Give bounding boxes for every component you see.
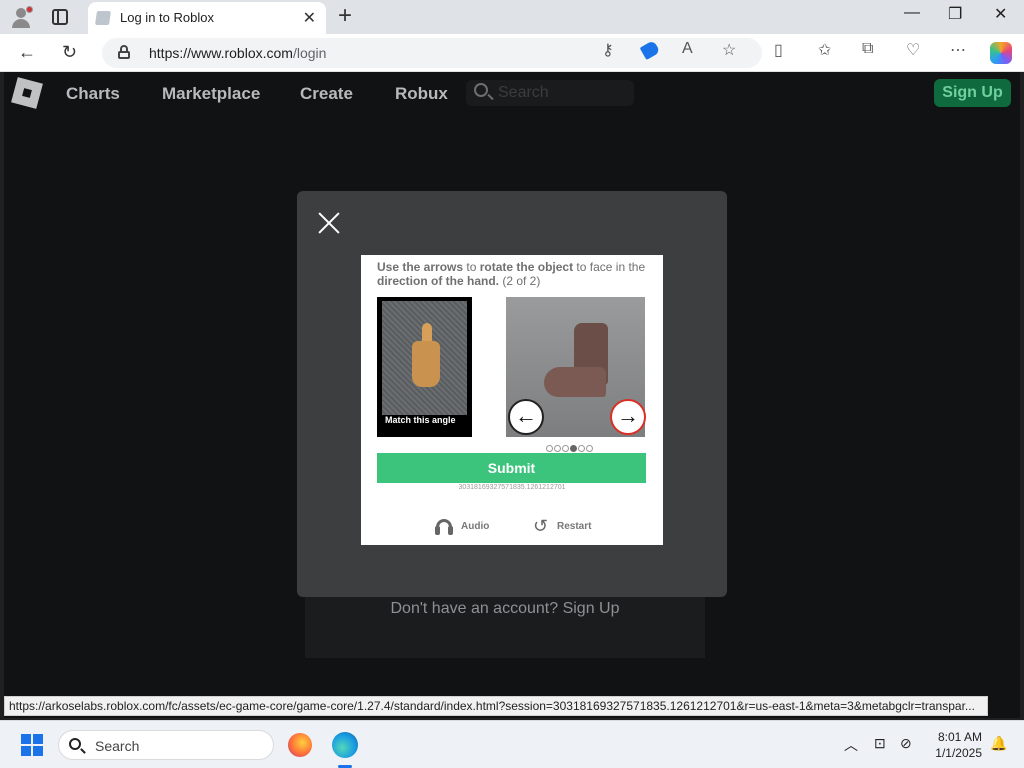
rotate-left-button[interactable]: ←: [508, 399, 544, 435]
back-icon[interactable]: ←: [18, 42, 36, 63]
nav-charts[interactable]: Charts: [66, 84, 120, 104]
progress-dot: [554, 445, 561, 452]
windows-start-icon[interactable]: [21, 734, 43, 756]
url-field[interactable]: https://www.roblox.com/login: [102, 38, 762, 68]
session-id: 30318169327571835.1261212701: [458, 484, 566, 491]
clock[interactable]: 8:01 AM 1/1/2025: [922, 729, 982, 761]
firefox-icon[interactable]: [288, 733, 312, 757]
roblox-favicon-icon: [95, 11, 111, 25]
volume-icon[interactable]: ⊘: [900, 735, 912, 752]
roblox-logo[interactable]: [11, 77, 43, 109]
boot-picture: [544, 323, 608, 399]
tab-bar: Log in to Roblox ✕ + — ❐ ✕: [0, 0, 1024, 34]
submit-button[interactable]: Submit: [377, 453, 646, 483]
progress-dot: [546, 445, 553, 452]
health-icon[interactable]: ♡: [906, 40, 920, 60]
progress-dots: [546, 439, 594, 452]
reference-hand-image: Match this angle: [377, 297, 472, 437]
chevron-up-icon[interactable]: ︿: [844, 735, 858, 755]
url-text[interactable]: https://www.roblox.com/login: [149, 45, 326, 61]
roblox-header: Charts Marketplace Create Robux Sign Up: [4, 72, 1020, 116]
bell-icon[interactable]: 🔔: [990, 735, 1007, 752]
signup-link[interactable]: Don't have an account? Sign Up: [305, 600, 705, 618]
progress-dot: [578, 445, 585, 452]
nav-create[interactable]: Create: [300, 84, 353, 104]
headphones-icon[interactable]: [435, 519, 453, 535]
network-icon[interactable]: ⊡: [874, 735, 886, 752]
more-icon[interactable]: ⋯: [950, 40, 966, 60]
progress-dot: [562, 445, 569, 452]
progress-dot: [570, 445, 577, 452]
restart-button[interactable]: Restart: [557, 521, 591, 532]
close-icon[interactable]: [317, 211, 341, 235]
taskbar-search-label: Search: [95, 738, 140, 754]
clock-date: 1/1/2025: [935, 746, 982, 760]
search-icon: [69, 738, 81, 750]
rotatable-object-image: ← →: [506, 297, 646, 437]
key-icon[interactable]: ⚷: [602, 40, 614, 60]
refresh-icon[interactable]: ↻: [62, 42, 77, 63]
status-bar-url: https://arkoselabs.roblox.com/fc/assets/…: [4, 696, 988, 716]
tab-roblox-login[interactable]: Log in to Roblox ✕: [88, 2, 326, 34]
tab-title: Log in to Roblox: [120, 10, 214, 25]
taskbar: Search ︿ ⊡ ⊘ 8:01 AM 1/1/2025 🔔: [0, 720, 1024, 768]
tab-actions-icon[interactable]: [52, 9, 68, 25]
progress-dot: [586, 445, 593, 452]
roblox-page: Charts Marketplace Create Robux Sign Up …: [4, 72, 1020, 718]
nav-marketplace[interactable]: Marketplace: [162, 84, 260, 104]
favorite-icon[interactable]: ☆: [722, 40, 736, 60]
window-close-icon[interactable]: ✕: [994, 4, 1007, 24]
address-bar: ← ↻ https://www.roblox.com/login ⚷ A ☆ ▯…: [0, 34, 1024, 72]
nav-robux[interactable]: Robux: [395, 84, 448, 104]
edge-icon[interactable]: [332, 732, 358, 758]
captcha-modal: Use the arrows to rotate the object to f…: [297, 191, 727, 597]
hand-picture: [382, 301, 467, 415]
minimize-icon[interactable]: —: [904, 4, 920, 22]
search-icon: [474, 83, 488, 97]
captcha-instructions: Use the arrows to rotate the object to f…: [377, 260, 646, 288]
audio-button[interactable]: Audio: [461, 521, 489, 532]
copilot-icon[interactable]: [990, 42, 1012, 64]
taskbar-search[interactable]: Search: [58, 730, 274, 760]
new-tab-icon[interactable]: +: [338, 3, 352, 29]
clock-time: 8:01 AM: [937, 730, 982, 744]
rotate-right-button[interactable]: →: [610, 399, 646, 435]
match-label: Match this angle: [385, 415, 456, 425]
split-screen-icon[interactable]: ▯: [774, 40, 783, 60]
signup-button[interactable]: Sign Up: [934, 79, 1011, 107]
collections-icon[interactable]: ⧉: [862, 40, 873, 58]
favorites-icon[interactable]: ✩: [818, 40, 831, 60]
tab-close-icon[interactable]: ✕: [303, 8, 316, 28]
profile-icon[interactable]: [10, 6, 33, 28]
read-aloud-icon[interactable]: A: [682, 40, 693, 58]
search-box: [466, 80, 634, 106]
search-input[interactable]: [498, 83, 628, 103]
lock-icon[interactable]: [118, 45, 130, 59]
restore-icon[interactable]: ❐: [948, 4, 962, 24]
restart-icon[interactable]: ↺: [533, 517, 548, 535]
captcha-frame: Use the arrows to rotate the object to f…: [361, 255, 663, 545]
